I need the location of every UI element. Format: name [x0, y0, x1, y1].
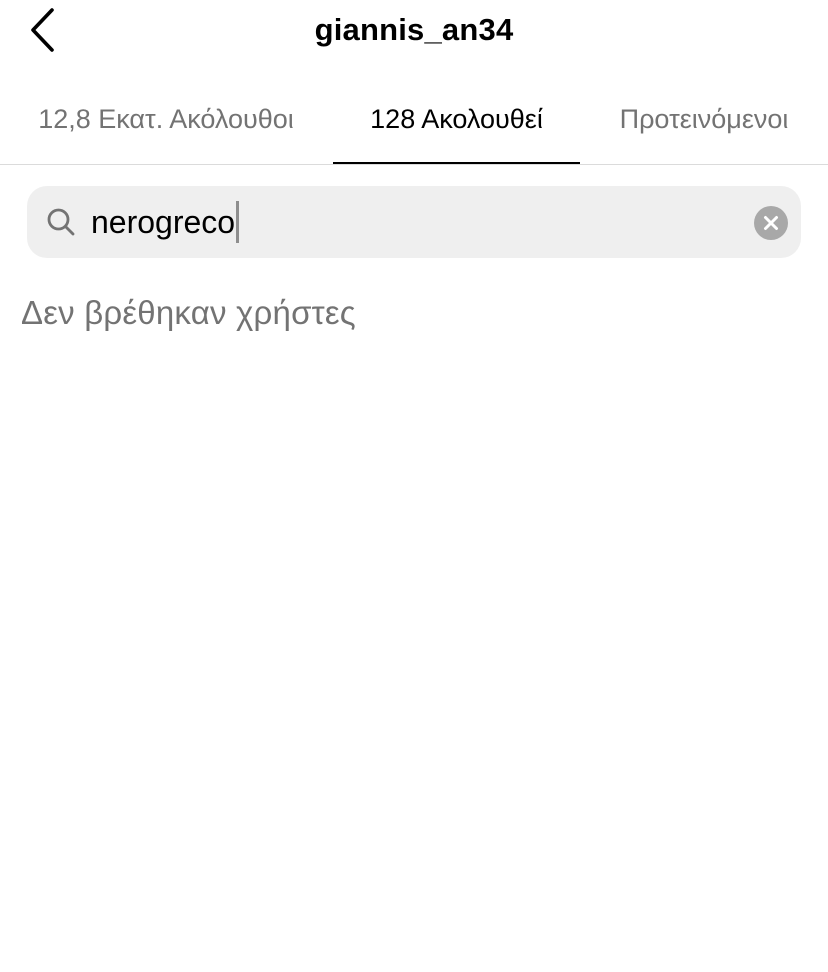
search-bar[interactable]: nerogreco	[27, 186, 801, 258]
tab-suggested-label: Προτεινόμενοι	[619, 104, 789, 134]
tab-following[interactable]: 128 Ακολουθεί	[333, 88, 580, 164]
search-input-value: nerogreco	[91, 203, 236, 240]
empty-results-message: Δεν βρέθηκαν χρήστες	[21, 294, 356, 331]
clear-search-button[interactable]	[754, 206, 788, 240]
tab-followers-label: 12,8 Εκατ. Ακόλουθοι	[38, 104, 294, 134]
text-caret	[236, 201, 240, 243]
search-icon	[47, 208, 75, 236]
top-bar: giannis_an34	[0, 0, 828, 70]
search-input[interactable]: nerogreco	[91, 200, 731, 244]
page-title: giannis_an34	[314, 12, 514, 47]
tab-bar: 12,8 Εκατ. Ακόλουθοι 128 Ακολουθεί Προτε…	[0, 88, 828, 165]
tab-followers[interactable]: 12,8 Εκατ. Ακόλουθοι	[0, 88, 332, 163]
clear-icon	[764, 216, 778, 230]
tab-suggested[interactable]: Προτεινόμενοι	[580, 88, 828, 163]
tab-following-label: 128 Ακολουθεί	[370, 104, 543, 134]
